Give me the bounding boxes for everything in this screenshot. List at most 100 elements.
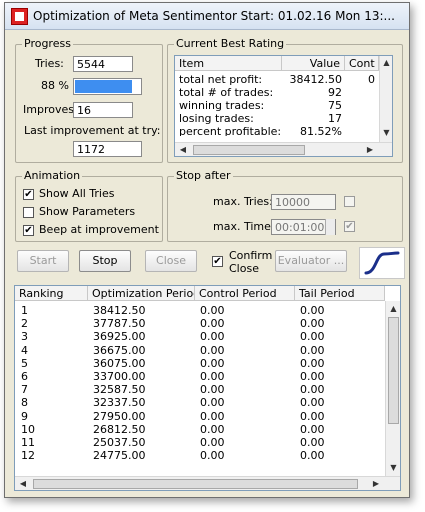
results-scroll-up-icon[interactable]: ▲ xyxy=(386,304,400,314)
max-tries-label: max. Tries: xyxy=(213,195,273,208)
results-scroll-left-icon[interactable]: ◀ xyxy=(18,479,28,489)
optimization-period-cell: 37787.50 xyxy=(93,317,146,331)
table-row[interactable]: 8 32337.50 0.00 0.00 xyxy=(15,397,385,410)
tail-period-cell: 0.00 xyxy=(300,343,325,357)
results-vscroll-thumb[interactable] xyxy=(388,317,399,424)
control-period-cell: 0.00 xyxy=(200,343,225,357)
ranking-cell: 7 xyxy=(21,383,28,397)
table-row[interactable]: 6 33700.00 0.00 0.00 xyxy=(15,371,385,384)
scroll-left-arrow-icon[interactable]: ◀ xyxy=(178,145,188,155)
rating-value: 81.52% xyxy=(300,126,342,136)
confirm-close-checkbox[interactable]: ✔ xyxy=(212,256,223,267)
app-icon[interactable] xyxy=(11,8,28,25)
table-row[interactable]: 1 38412.50 0.00 0.00 xyxy=(15,305,385,318)
tail-period-cell: 0.00 xyxy=(300,383,325,397)
best-rating-header-cont[interactable]: Cont xyxy=(345,56,379,71)
rating-item: percent profitable: xyxy=(179,126,282,136)
ranking-cell: 4 xyxy=(21,343,28,357)
confirm-close-label-line1[interactable]: Confirm xyxy=(229,249,272,263)
stop-after-group-label: Stop after xyxy=(174,169,233,183)
results-vscrollbar[interactable]: ▲ ▼ xyxy=(385,301,400,476)
best-rating-group: Current Best Rating Item Value Cont tota… xyxy=(167,37,403,163)
best-rating-hscroll-thumb[interactable] xyxy=(193,145,305,155)
max-tries-checkbox[interactable] xyxy=(344,196,355,207)
results-header-optimization[interactable]: Optimization Period xyxy=(88,286,195,301)
show-parameters-label[interactable]: Show Parameters xyxy=(39,205,135,219)
control-period-cell: 0.00 xyxy=(200,396,225,410)
table-row[interactable]: 4 36675.00 0.00 0.00 xyxy=(15,343,385,358)
max-tries-field[interactable]: 10000 xyxy=(271,194,336,210)
start-button[interactable]: Start xyxy=(17,250,69,272)
close-button[interactable]: Close xyxy=(145,250,197,272)
animation-group-label: Animation xyxy=(22,169,83,183)
beep-at-improvement-label[interactable]: Beep at improvement xyxy=(39,223,159,237)
evaluator-button[interactable]: Evaluator ... xyxy=(275,250,347,272)
ranking-cell: 11 xyxy=(21,436,35,449)
ranking-cell: 1 xyxy=(21,304,28,317)
beep-at-improvement-checkbox[interactable]: ✔ xyxy=(23,225,34,236)
table-row[interactable]: 10 26812.50 0.00 0.00 xyxy=(15,422,385,437)
results-hscroll-thumb[interactable] xyxy=(33,479,358,489)
max-time-checkbox[interactable]: ✔ xyxy=(344,221,355,232)
results-scroll-right-icon[interactable]: ▶ xyxy=(371,479,381,489)
optimization-window: Optimization of Meta Sentimentor Start: … xyxy=(4,2,410,498)
table-row[interactable]: 2 37787.50 0.00 0.00 xyxy=(15,318,385,331)
results-hscrollbar[interactable]: ◀ ▶ xyxy=(15,476,400,490)
control-period-cell: 0.00 xyxy=(200,409,225,423)
table-row[interactable]: 7 32587.50 0.00 0.00 xyxy=(15,384,385,397)
tail-period-cell: 0.00 xyxy=(300,436,325,449)
results-header-tail[interactable]: Tail Period xyxy=(295,286,385,301)
table-row[interactable]: 11 25037.50 0.00 0.00 xyxy=(15,437,385,450)
title-bar[interactable]: Optimization of Meta Sentimentor Start: … xyxy=(5,3,409,30)
scroll-down-arrow-icon[interactable]: ▼ xyxy=(380,128,392,138)
ranking-cell: 6 xyxy=(21,370,28,383)
results-header-ranking[interactable]: Ranking xyxy=(15,286,88,301)
show-all-tries-label[interactable]: Show All Tries xyxy=(39,187,115,201)
progress-group: Progress Tries: 5544 88 % Improves: 16 L… xyxy=(15,37,163,163)
show-parameters-checkbox[interactable] xyxy=(23,207,34,218)
optimization-period-cell: 27950.00 xyxy=(93,409,146,423)
rating-value: 92 xyxy=(328,86,342,99)
control-period-cell: 0.00 xyxy=(200,449,225,463)
control-period-cell: 0.00 xyxy=(200,436,225,449)
scroll-right-arrow-icon[interactable]: ▶ xyxy=(365,145,375,155)
stop-button[interactable]: Stop xyxy=(79,250,131,272)
optimization-period-cell: 24775.00 xyxy=(93,449,146,463)
rating-item: total net profit: xyxy=(179,73,263,86)
control-period-cell: 0.00 xyxy=(200,383,225,397)
results-scroll-down-icon[interactable]: ▼ xyxy=(386,463,400,473)
stop-after-group: Stop after max. Tries: 10000 max. Time: … xyxy=(167,169,403,242)
rating-value: 38412.50 xyxy=(289,73,343,86)
confirm-close-label-line2[interactable]: Close xyxy=(229,262,259,276)
best-rating-vscrollbar[interactable]: ▲ ▼ xyxy=(379,56,392,142)
table-row[interactable]: 12 24775.00 0.00 0.00 xyxy=(15,450,385,463)
max-time-spinner[interactable] xyxy=(325,219,335,235)
optimization-period-cell: 36075.00 xyxy=(93,356,146,370)
tail-period-cell: 0.00 xyxy=(300,422,325,436)
table-row[interactable]: 3 36925.00 0.00 0.00 xyxy=(15,331,385,344)
best-rating-header-value[interactable]: Value xyxy=(282,56,345,71)
show-all-tries-checkbox[interactable]: ✔ xyxy=(23,189,34,200)
optimization-period-cell: 32587.50 xyxy=(93,383,146,397)
tail-period-cell: 0.00 xyxy=(300,304,325,317)
table-row[interactable]: 9 27950.00 0.00 0.00 xyxy=(15,409,385,424)
best-rating-header-item[interactable]: Item xyxy=(175,56,282,71)
ranking-cell: 10 xyxy=(21,422,35,436)
rating-value: 17 xyxy=(328,112,342,125)
progress-bar-fill xyxy=(75,80,132,93)
control-period-cell: 0.00 xyxy=(200,317,225,331)
rating-cont: 0 xyxy=(368,73,375,86)
rating-item: winning trades: xyxy=(179,99,265,112)
scroll-up-arrow-icon[interactable]: ▲ xyxy=(380,58,392,68)
best-rating-list: Item Value Cont total net profit: 38412.… xyxy=(174,55,393,157)
control-period-cell: 0.00 xyxy=(200,304,225,317)
last-improvement-label: Last improvement at try: xyxy=(24,124,161,137)
max-time-label: max. Time: xyxy=(213,220,275,233)
ranking-cell: 12 xyxy=(21,449,35,463)
results-header-control[interactable]: Control Period xyxy=(195,286,295,301)
table-row[interactable]: 5 36075.00 0.00 0.00 xyxy=(15,356,385,371)
progress-group-label: Progress xyxy=(22,37,73,51)
ranking-cell: 3 xyxy=(21,330,28,344)
best-rating-hscrollbar[interactable]: ◀ ▶ xyxy=(175,142,392,156)
percent-label: 88 % xyxy=(41,79,69,92)
